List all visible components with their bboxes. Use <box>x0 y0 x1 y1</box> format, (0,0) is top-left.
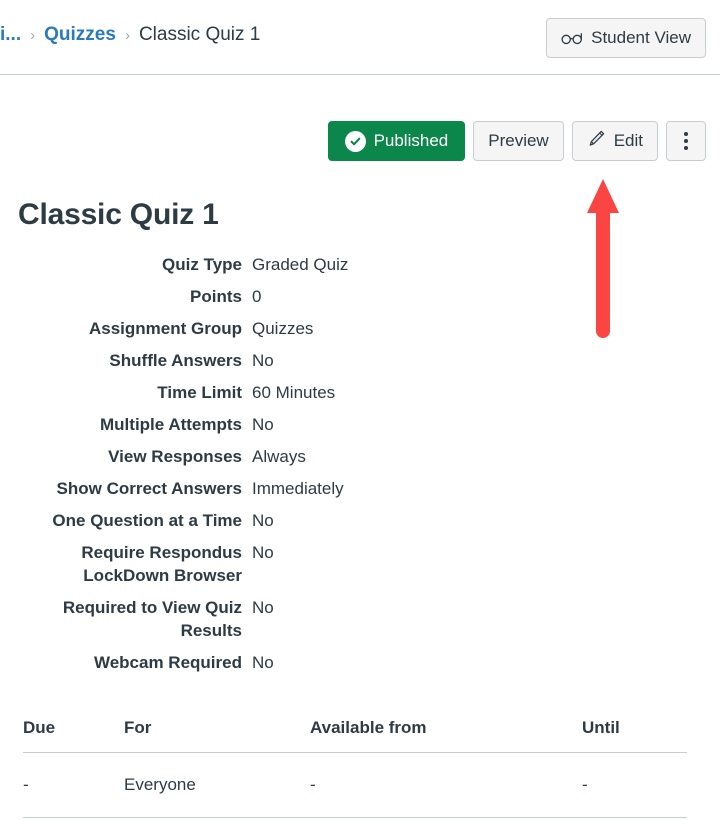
detail-row: Quiz Type Graded Quiz <box>0 253 560 276</box>
detail-row: Assignment Group Quizzes <box>0 317 560 340</box>
detail-label: View Responses <box>108 447 242 466</box>
detail-row: Shuffle Answers No <box>0 349 560 372</box>
table-cell-for: Everyone <box>124 752 310 818</box>
table-column-header: Due <box>23 718 124 753</box>
more-options-button[interactable] <box>666 121 706 161</box>
breadcrumb-item-quizzes[interactable]: Quizzes <box>44 24 116 46</box>
detail-row: One Question at a Time No <box>0 509 560 532</box>
detail-value: No <box>252 511 274 530</box>
detail-row: Points 0 <box>0 285 560 308</box>
quiz-action-toolbar: Published Preview Edit <box>327 121 706 161</box>
detail-value: No <box>252 351 274 370</box>
detail-value: No <box>252 598 274 617</box>
detail-label: Shuffle Answers <box>109 351 242 370</box>
detail-row: View Responses Always <box>0 445 560 468</box>
due-table-body: - Everyone - - <box>23 752 687 818</box>
detail-value: No <box>252 543 274 562</box>
table-column-header: Available from <box>310 718 582 753</box>
detail-value: No <box>252 653 274 672</box>
edit-button[interactable]: Edit <box>571 121 658 161</box>
pencil-icon <box>587 129 606 153</box>
detail-row: Time Limit 60 Minutes <box>0 381 560 404</box>
table-cell-due: - <box>23 752 124 818</box>
breadcrumb-item-current[interactable]: Classic Quiz 1 <box>139 24 260 46</box>
detail-label: Assignment Group <box>88 319 242 338</box>
detail-row: Show Correct Answers Immediately <box>0 477 560 500</box>
detail-label: Webcam Required <box>93 653 242 672</box>
due-dates-table: Due For Available from Until - Everyone - - <box>23 718 687 818</box>
table-cell-until: - <box>582 752 687 818</box>
check-circle-icon <box>344 130 366 152</box>
detail-value: 0 <box>252 287 262 306</box>
due-table-header: Due For Available from Until <box>23 718 687 753</box>
detail-label: Required to View Quiz Results <box>62 598 242 640</box>
detail-value: Always <box>252 447 306 466</box>
preview-button[interactable]: Preview <box>473 121 564 161</box>
table-column-header: Until <box>582 718 687 753</box>
detail-row: Multiple Attempts No <box>0 413 560 436</box>
page-header: i... › Quizzes › Classic Quiz 1 Student … <box>0 0 720 75</box>
breadcrumb-item-course[interactable]: i... <box>0 24 21 46</box>
detail-label: Time Limit <box>157 383 242 402</box>
table-row: - Everyone - - <box>23 752 687 818</box>
glasses-icon <box>561 31 583 45</box>
detail-label: Show Correct Answers <box>56 479 242 498</box>
detail-value: No <box>252 415 274 434</box>
breadcrumb: i... › Quizzes › Classic Quiz 1 <box>0 24 260 46</box>
student-view-label: Student View <box>591 28 691 47</box>
annotation-arrow-up <box>583 176 623 342</box>
detail-label: One Question at a Time <box>52 511 242 530</box>
quiz-details-list: Quiz Type Graded Quiz Points 0 Assignment Gr… <box>0 253 560 683</box>
detail-value: 60 Minutes <box>252 383 336 402</box>
page-title: Classic Quiz 1 <box>18 198 219 232</box>
table-column-header: For <box>124 718 310 753</box>
published-label: Published <box>373 131 449 150</box>
breadcrumb-separator-icon: › <box>30 26 36 44</box>
detail-row: Require Respondus LockDown Browser No <box>0 541 560 587</box>
detail-value: Graded Quiz <box>252 255 349 274</box>
detail-label: Points <box>190 287 242 306</box>
student-view-button[interactable]: Student View <box>546 18 706 58</box>
detail-row: Required to View Quiz Results No <box>0 596 560 642</box>
table-header-row: Due For Available from Until <box>23 718 687 753</box>
kebab-menu-icon <box>684 132 688 150</box>
detail-label: Quiz Type <box>162 255 242 274</box>
detail-value: Immediately <box>252 479 344 498</box>
detail-label: Multiple Attempts <box>100 415 242 434</box>
detail-value: Quizzes <box>252 319 314 338</box>
detail-row: Webcam Required No <box>0 651 560 674</box>
edit-label: Edit <box>613 131 643 150</box>
preview-label: Preview <box>488 131 549 150</box>
breadcrumb-separator-icon: › <box>124 26 130 44</box>
table-cell-available-from: - <box>310 752 582 818</box>
detail-label: Require Respondus LockDown Browser <box>81 543 242 585</box>
published-status-button[interactable]: Published <box>327 121 466 161</box>
